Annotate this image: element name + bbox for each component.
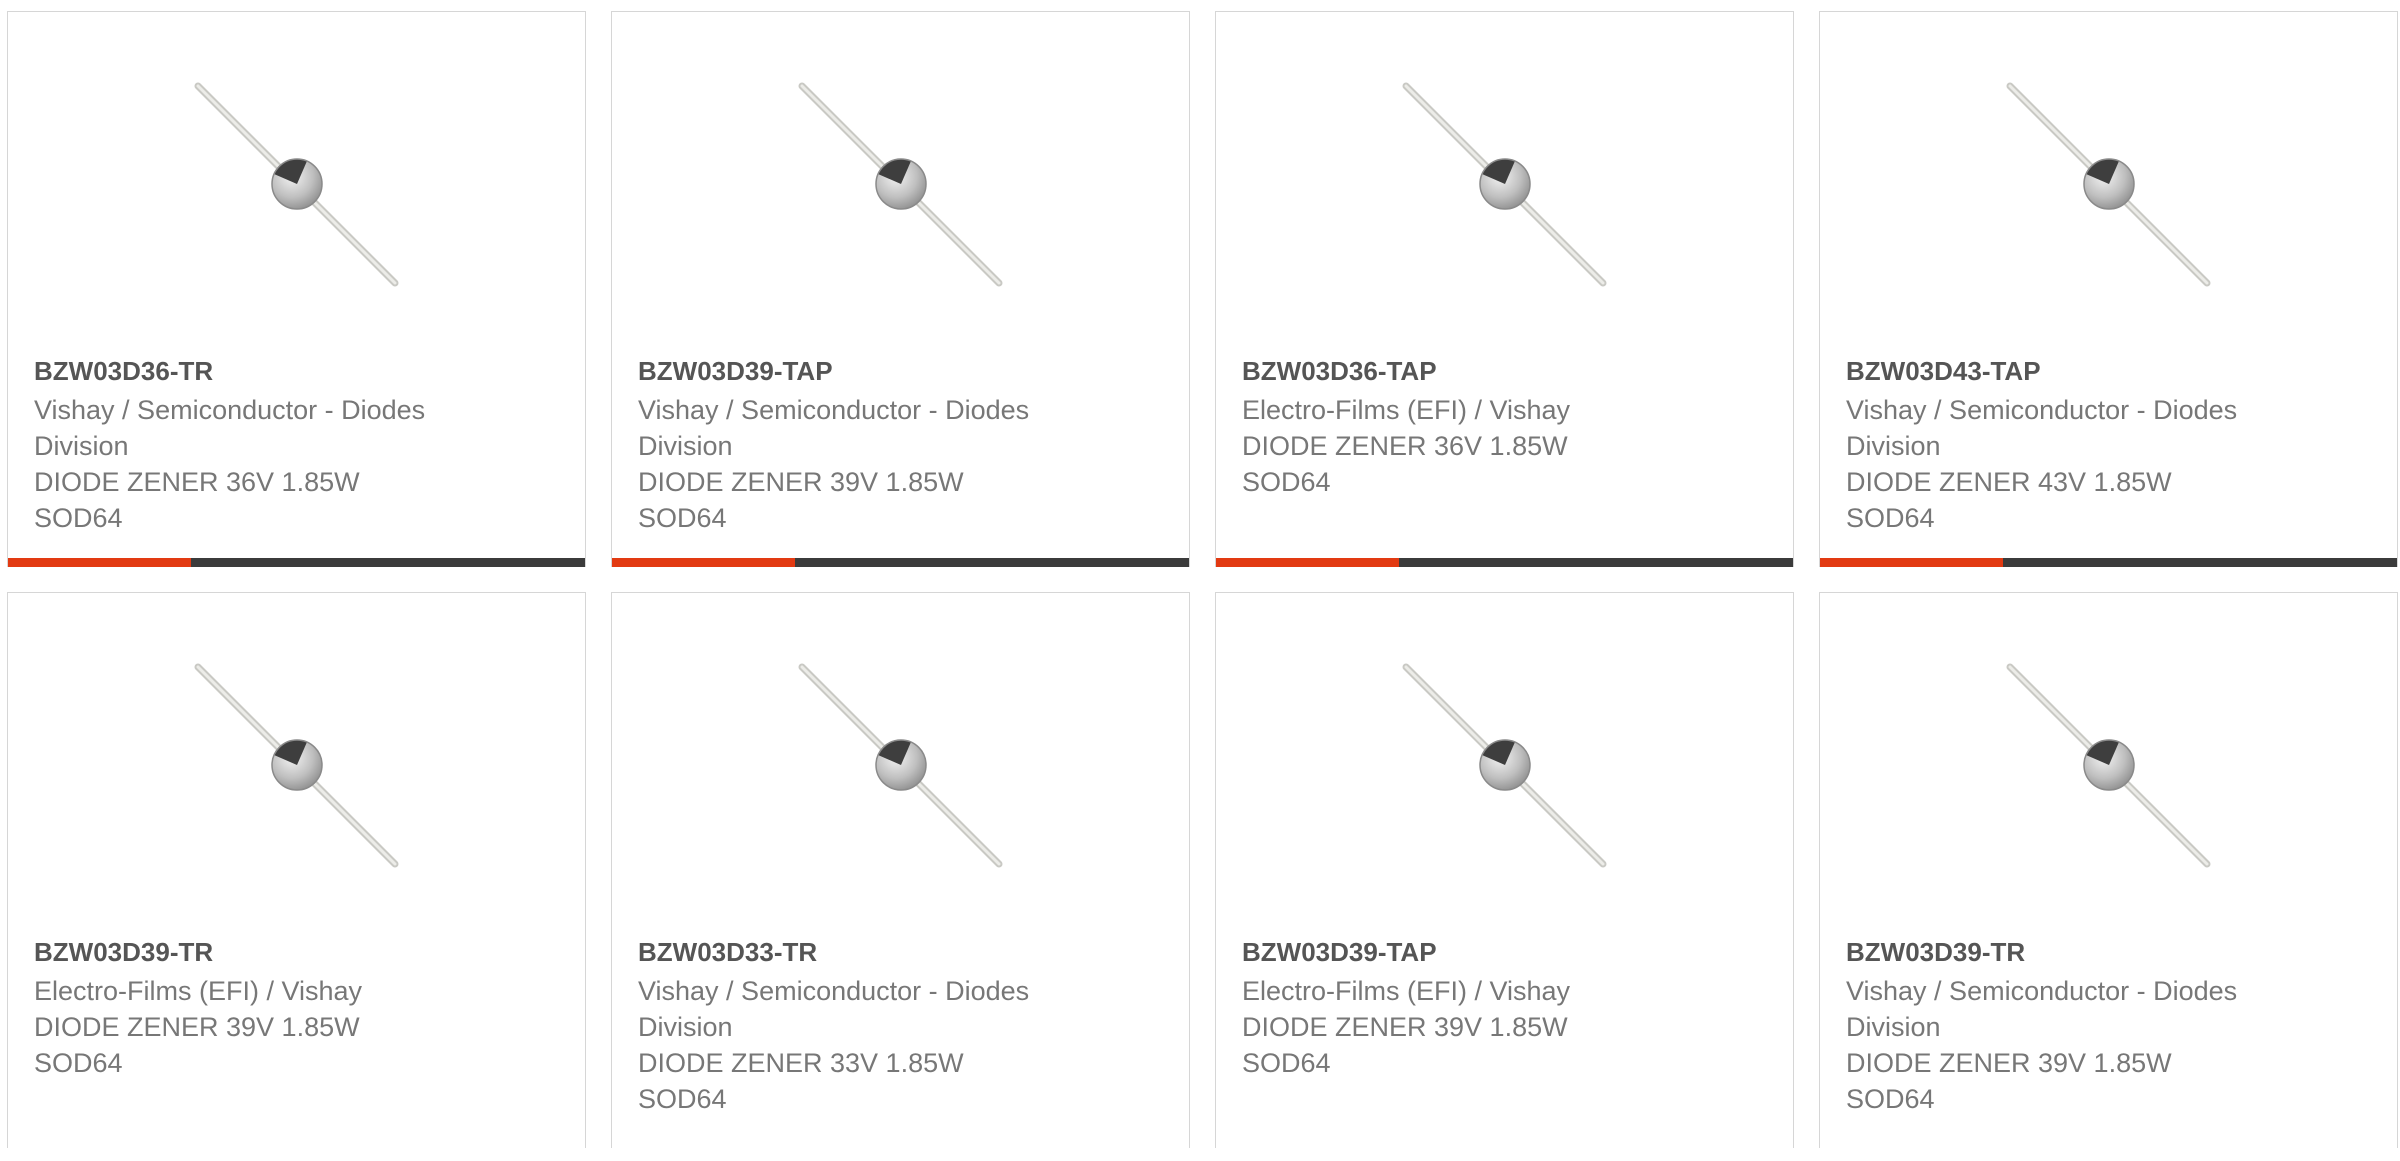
product-info: BZW03D43-TAP Vishay / Semiconductor - Di… — [1846, 354, 2326, 536]
package-type: SOD64 — [638, 503, 727, 533]
package-type: SOD64 — [1242, 1048, 1331, 1078]
zener-diode-icon — [1402, 82, 1607, 287]
product-card[interactable]: BZW03D39-TR Vishay / Semiconductor - Dio… — [1819, 592, 2398, 1148]
zener-diode-icon — [194, 82, 399, 287]
card-progress-accent — [1820, 558, 2003, 567]
part-number-link[interactable]: BZW03D39-TR — [34, 935, 514, 969]
product-info: BZW03D39-TR Vishay / Semiconductor - Dio… — [1846, 935, 2326, 1117]
zener-diode-icon — [798, 82, 1003, 287]
product-info: BZW03D39-TR Electro-Films (EFI) / Vishay… — [34, 935, 514, 1081]
product-description: DIODE ZENER 39V 1.85W — [1846, 1048, 2172, 1078]
package-type: SOD64 — [1846, 1084, 1935, 1114]
card-progress-accent — [1216, 558, 1399, 567]
card-progress-accent — [8, 558, 191, 567]
product-description: DIODE ZENER 33V 1.85W — [638, 1048, 964, 1078]
part-number-link[interactable]: BZW03D36-TR — [34, 354, 514, 388]
manufacturer-line: Division — [1846, 431, 1941, 461]
part-number-link[interactable]: BZW03D39-TAP — [638, 354, 1118, 388]
package-type: SOD64 — [1242, 467, 1331, 497]
product-card[interactable]: BZW03D36-TR Vishay / Semiconductor - Dio… — [7, 11, 586, 567]
manufacturer: Electro-Films (EFI) / Vishay — [34, 973, 514, 1009]
product-description: DIODE ZENER 43V 1.85W — [1846, 467, 2172, 497]
zener-diode-icon — [1402, 663, 1607, 868]
zener-diode-icon — [2006, 82, 2211, 287]
product-card[interactable]: BZW03D33-TR Vishay / Semiconductor - Dio… — [611, 592, 1190, 1148]
zener-diode-image[interactable] — [194, 82, 399, 287]
manufacturer-line: Division — [638, 431, 733, 461]
manufacturer-line: Division — [1846, 1012, 1941, 1042]
product-description: DIODE ZENER 36V 1.85W — [1242, 431, 1568, 461]
manufacturer: Electro-Films (EFI) / Vishay — [1242, 392, 1722, 428]
product-description: DIODE ZENER 36V 1.85W — [34, 467, 360, 497]
card-progress-bar — [8, 558, 585, 567]
product-card[interactable]: BZW03D39-TR Electro-Films (EFI) / Vishay… — [7, 592, 586, 1148]
product-description: DIODE ZENER 39V 1.85W — [1242, 1012, 1568, 1042]
manufacturer-line: Vishay / Semiconductor - Diodes — [34, 395, 426, 425]
manufacturer-line: Vishay / Semiconductor - Diodes — [1846, 395, 2238, 425]
zener-diode-image[interactable] — [2006, 663, 2211, 868]
manufacturer: Vishay / Semiconductor - Diodes Division — [34, 392, 514, 464]
product-card[interactable]: BZW03D39-TAP Electro-Films (EFI) / Visha… — [1215, 592, 1794, 1148]
zener-diode-image[interactable] — [798, 82, 1003, 287]
part-number-link[interactable]: BZW03D39-TAP — [1242, 935, 1722, 969]
zener-diode-image[interactable] — [1402, 663, 1607, 868]
manufacturer-line: Electro-Films (EFI) / Vishay — [34, 976, 363, 1006]
product-info: BZW03D36-TR Vishay / Semiconductor - Dio… — [34, 354, 514, 536]
part-number-link[interactable]: BZW03D33-TR — [638, 935, 1118, 969]
card-progress-bar — [1216, 558, 1793, 567]
zener-diode-image[interactable] — [798, 663, 1003, 868]
package-type: SOD64 — [34, 503, 123, 533]
part-number-link[interactable]: BZW03D43-TAP — [1846, 354, 2326, 388]
manufacturer-line: Electro-Films (EFI) / Vishay — [1242, 976, 1571, 1006]
card-progress-accent — [612, 558, 795, 567]
package-type: SOD64 — [1846, 503, 1935, 533]
manufacturer: Electro-Films (EFI) / Vishay — [1242, 973, 1722, 1009]
product-card[interactable]: BZW03D36-TAP Electro-Films (EFI) / Visha… — [1215, 11, 1794, 567]
manufacturer-line: Electro-Films (EFI) / Vishay — [1242, 395, 1571, 425]
manufacturer: Vishay / Semiconductor - Diodes Division — [1846, 392, 2326, 464]
manufacturer-line: Vishay / Semiconductor - Diodes — [638, 395, 1030, 425]
zener-diode-icon — [194, 663, 399, 868]
zener-diode-image[interactable] — [1402, 82, 1607, 287]
product-info: BZW03D39-TAP Electro-Films (EFI) / Visha… — [1242, 935, 1722, 1081]
product-card[interactable]: BZW03D39-TAP Vishay / Semiconductor - Di… — [611, 11, 1190, 567]
zener-diode-image[interactable] — [194, 663, 399, 868]
package-type: SOD64 — [638, 1084, 727, 1114]
product-grid: BZW03D36-TR Vishay / Semiconductor - Dio… — [7, 11, 2400, 1148]
card-progress-bar — [612, 558, 1189, 567]
manufacturer-line: Division — [638, 1012, 733, 1042]
card-progress-bar — [1820, 558, 2397, 567]
zener-diode-icon — [2006, 663, 2211, 868]
product-info: BZW03D39-TAP Vishay / Semiconductor - Di… — [638, 354, 1118, 536]
package-type: SOD64 — [34, 1048, 123, 1078]
zener-diode-image[interactable] — [2006, 82, 2211, 287]
part-number-link[interactable]: BZW03D39-TR — [1846, 935, 2326, 969]
manufacturer: Vishay / Semiconductor - Diodes Division — [638, 973, 1118, 1045]
manufacturer: Vishay / Semiconductor - Diodes Division — [1846, 973, 2326, 1045]
manufacturer-line: Division — [34, 431, 129, 461]
product-description: DIODE ZENER 39V 1.85W — [638, 467, 964, 497]
product-description: DIODE ZENER 39V 1.85W — [34, 1012, 360, 1042]
product-info: BZW03D36-TAP Electro-Films (EFI) / Visha… — [1242, 354, 1722, 500]
manufacturer-line: Vishay / Semiconductor - Diodes — [638, 976, 1030, 1006]
manufacturer: Vishay / Semiconductor - Diodes Division — [638, 392, 1118, 464]
manufacturer-line: Vishay / Semiconductor - Diodes — [1846, 976, 2238, 1006]
part-number-link[interactable]: BZW03D36-TAP — [1242, 354, 1722, 388]
zener-diode-icon — [798, 663, 1003, 868]
product-card[interactable]: BZW03D43-TAP Vishay / Semiconductor - Di… — [1819, 11, 2398, 567]
product-info: BZW03D33-TR Vishay / Semiconductor - Dio… — [638, 935, 1118, 1117]
